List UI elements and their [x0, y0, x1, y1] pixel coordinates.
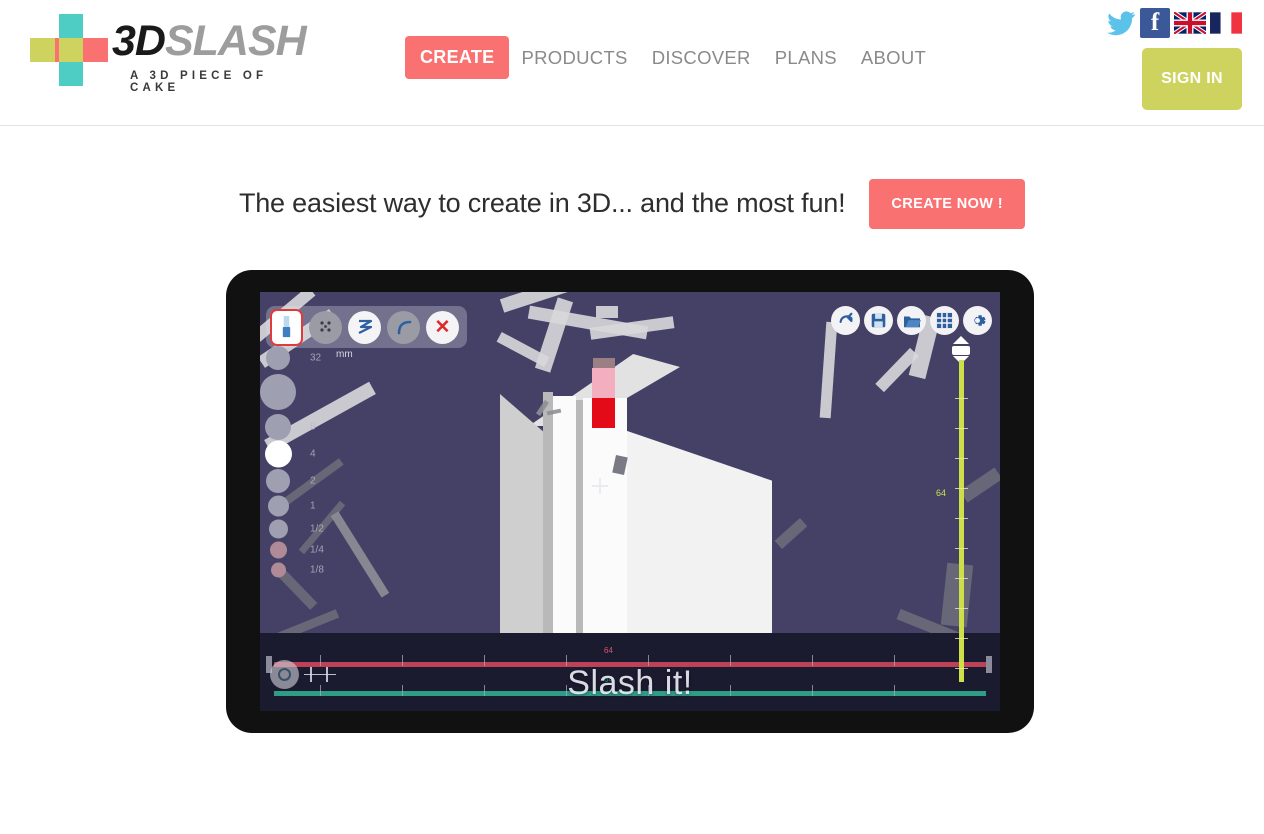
unit-label: mm — [336, 349, 353, 360]
nav-item-about[interactable]: ABOUT — [849, 38, 938, 78]
vertical-ruler[interactable]: 64 — [936, 336, 972, 686]
social-and-language-bar: f — [1106, 8, 1242, 38]
logo-tagline: A 3D PIECE OF CAKE — [130, 70, 268, 94]
delete-tool-button[interactable]: ✕ — [426, 310, 459, 344]
size-label-1: 1 — [310, 500, 316, 512]
crosshair-cursor-v — [599, 478, 601, 494]
logo-text-primary: 3D — [112, 17, 166, 65]
size-label-2: 2 — [310, 475, 316, 486]
sign-in-button[interactable]: SIGN IN — [1142, 48, 1242, 110]
size-option-16[interactable]: 16 — [260, 371, 328, 413]
ruler-handle[interactable] — [952, 346, 970, 355]
logo-square-green-left — [30, 38, 55, 62]
site-header: 3DSLASH A 3D PIECE OF CAKE CREATE PRODUC… — [0, 0, 1264, 126]
tablet-device-frame: 64 64 Slash it! ✕ 32 8 4 2 1 1/2 1/4 1/8… — [226, 270, 1034, 733]
main-navigation: CREATE PRODUCTS DISCOVER PLANS ABOUT — [405, 36, 938, 79]
flag-fr-icon[interactable] — [1210, 12, 1242, 34]
highlight-block-pink — [592, 368, 615, 398]
ruler-track — [959, 360, 964, 682]
hero-section: The easiest way to create in 3D... and t… — [0, 126, 1264, 281]
tool-palette: ✕ — [266, 306, 467, 348]
undo-icon[interactable] — [831, 306, 860, 335]
curve-tool-button[interactable] — [387, 310, 420, 344]
app-toolbar — [831, 306, 992, 335]
size-option-4[interactable]: 4 — [264, 440, 328, 467]
size-label-32: 32 — [310, 352, 322, 363]
pan-cross-h — [304, 673, 336, 675]
logo-text-secondary: SLASH — [164, 17, 307, 65]
logo-square-teal-top — [59, 14, 83, 38]
size-option-8[interactable]: 8 — [264, 413, 328, 440]
facebook-icon[interactable]: f — [1140, 8, 1170, 38]
brush-size-selector: 32 16 8 4 2 1 — [260, 344, 328, 579]
orbit-navigation-control[interactable] — [270, 660, 299, 689]
logo-square-red-right — [83, 38, 108, 62]
create-now-button[interactable]: CREATE NOW ! — [869, 178, 1026, 229]
size-option-half[interactable]: 1/2 — [264, 518, 328, 540]
facebook-glyph: f — [1150, 9, 1160, 36]
chisel-tool-button[interactable] — [270, 308, 303, 346]
flag-en-icon[interactable] — [1174, 12, 1206, 34]
size-label-4: 4 — [310, 448, 316, 459]
logo-square-teal-bottom — [59, 62, 83, 86]
size-option-quarter[interactable]: 1/4 — [264, 540, 328, 560]
size-label-eighth: 1/8 — [310, 564, 324, 575]
orbit-ring-icon — [278, 668, 291, 681]
page-title: The easiest way to create in 3D... and t… — [238, 188, 846, 218]
ruler-arrow-up-icon[interactable] — [953, 336, 969, 344]
site-logo[interactable]: 3DSLASH A 3D PIECE OF CAKE — [30, 10, 310, 94]
size-label-half: 1/2 — [310, 523, 324, 535]
drill-tool-button[interactable] — [309, 310, 342, 344]
nav-item-plans[interactable]: PLANS — [763, 38, 849, 78]
grid-icon[interactable] — [930, 306, 959, 335]
twitter-icon[interactable] — [1106, 8, 1136, 38]
size-option-1[interactable]: 1 — [264, 494, 328, 518]
ruler-red-value: 64 — [604, 646, 613, 655]
pan-cross-v2 — [326, 667, 328, 682]
logo-wordmark: 3DSLASH — [112, 17, 307, 65]
size-option-32[interactable]: 32 — [264, 344, 328, 371]
size-label-8: 8 — [310, 421, 316, 432]
slash-it-overlay-text: Slash it! — [567, 664, 693, 702]
size-option-2[interactable]: 2 — [264, 467, 328, 494]
size-option-eighth[interactable]: 1/8 — [264, 560, 328, 579]
vertical-ruler-value: 64 — [936, 488, 947, 498]
close-icon: ✕ — [434, 316, 451, 338]
save-icon[interactable] — [864, 306, 893, 335]
pan-cross-v1 — [310, 667, 312, 682]
app-viewport[interactable]: 64 64 Slash it! ✕ 32 8 4 2 1 1/2 1/4 1/8… — [260, 292, 1000, 711]
size-label-quarter: 1/4 — [310, 544, 324, 556]
highlight-block-red — [592, 398, 615, 428]
nav-item-create[interactable]: CREATE — [405, 36, 510, 79]
nav-item-products[interactable]: PRODUCTS — [509, 38, 639, 78]
settings-gear-icon[interactable] — [963, 306, 992, 335]
zigzag-tool-button[interactable] — [348, 310, 381, 344]
logo-cross-icon — [30, 14, 110, 86]
open-folder-icon[interactable] — [897, 306, 926, 335]
nav-item-discover[interactable]: DISCOVER — [640, 38, 763, 78]
logo-square-green-mid — [59, 38, 83, 62]
